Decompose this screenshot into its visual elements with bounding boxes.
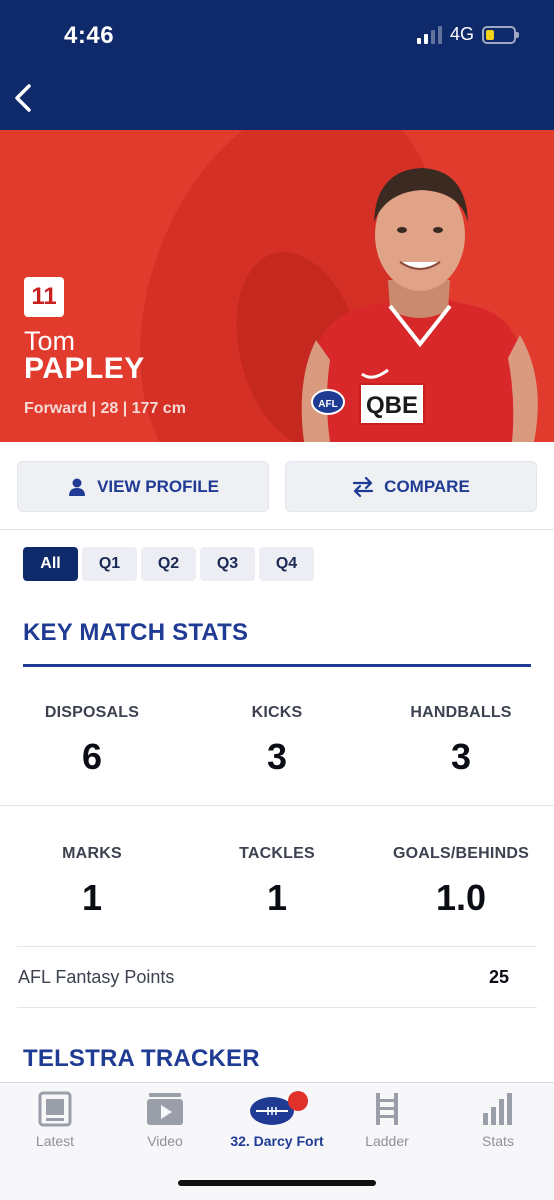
signal-icon: [416, 25, 442, 44]
telstra-tracker-title: TELSTRA TRACKER: [23, 1045, 260, 1072]
bar-chart-icon: [483, 1093, 512, 1125]
stat-label: HANDBALLS: [410, 704, 512, 721]
stat-value: 3: [266, 736, 288, 777]
stat-tackles: TACKLES 1: [185, 845, 369, 919]
top-bar: 4:46 4G: [0, 0, 554, 130]
nav-stats[interactable]: Stats: [443, 1091, 553, 1149]
nav-label: Video: [147, 1133, 183, 1149]
stat-kicks: KICKS 3: [185, 704, 369, 778]
nav-ladder[interactable]: Ladder: [332, 1091, 442, 1149]
afl-badge: AFL: [318, 399, 337, 410]
player-hero: 11 Tom PAPLEY Forward | 28 | 177 cm QBE …: [0, 130, 554, 442]
nav-label: Latest: [35, 1133, 75, 1149]
tab-q4[interactable]: Q4: [259, 547, 314, 581]
nav-label: Stats: [482, 1133, 514, 1149]
battery-icon: [482, 25, 519, 44]
stat-value: 3: [450, 736, 472, 777]
stat-label: DISPOSALS: [44, 704, 140, 721]
status-indicators: 4G: [416, 24, 519, 45]
nav-label: Ladder: [365, 1133, 409, 1149]
stat-goals-behinds: GOALS/BEHINDS 1.0: [369, 845, 553, 919]
news-icon: [38, 1091, 72, 1127]
user-icon: [69, 478, 86, 496]
stat-disposals: DISPOSALS 6: [0, 704, 184, 778]
nav-label: 32. Darcy Fort: [230, 1133, 324, 1149]
tab-all[interactable]: All: [23, 547, 78, 581]
jersey-sponsor: QBE: [366, 392, 418, 419]
title-underline: [23, 664, 531, 667]
stat-value: 1: [266, 877, 288, 918]
view-profile-label: VIEW PROFILE: [97, 476, 219, 496]
nav-latest[interactable]: Latest: [0, 1091, 110, 1149]
stat-label: TACKLES: [239, 845, 315, 862]
stat-value: 1.0: [435, 877, 487, 918]
jersey-number: 11: [24, 277, 64, 317]
tab-q3[interactable]: Q3: [200, 547, 255, 581]
divider: [17, 946, 537, 947]
status-time: 4:46: [64, 22, 115, 49]
player-meta: Forward | 28 | 177 cm: [24, 400, 186, 417]
key-match-stats-title: KEY MATCH STATS: [23, 619, 249, 646]
nav-darcy-fort[interactable]: 32. Darcy Fort: [222, 1091, 332, 1149]
divider: [0, 529, 554, 530]
compare-button[interactable]: COMPARE: [285, 461, 537, 512]
video-icon: [147, 1093, 183, 1125]
home-indicator[interactable]: [178, 1180, 376, 1186]
tab-q2[interactable]: Q2: [141, 547, 196, 581]
fantasy-points-value: 25: [488, 967, 509, 987]
swap-arrows-icon: [353, 476, 374, 497]
player-photo: QBE AFL: [301, 168, 538, 442]
notification-dot: [288, 1091, 308, 1111]
stat-label: MARKS: [62, 845, 122, 862]
stat-value: 6: [81, 736, 103, 777]
stat-marks: MARKS 1: [0, 845, 184, 919]
view-profile-button[interactable]: VIEW PROFILE: [17, 461, 269, 512]
tab-q1[interactable]: Q1: [82, 547, 137, 581]
stat-value: 1: [81, 877, 103, 918]
fantasy-points-label: AFL Fantasy Points: [18, 967, 175, 987]
divider: [17, 1007, 537, 1008]
stat-label: GOALS/BEHINDS: [393, 845, 529, 862]
compare-label: COMPARE: [384, 476, 470, 496]
divider: [0, 805, 554, 806]
ladder-icon: [376, 1093, 398, 1125]
nav-video[interactable]: Video: [110, 1091, 220, 1149]
network-type: 4G: [449, 24, 474, 44]
football-icon: [250, 1091, 308, 1125]
stat-label: KICKS: [251, 704, 303, 721]
quarter-tabs: All Q1 Q2 Q3 Q4: [23, 547, 314, 581]
stat-handballs: HANDBALLS 3: [369, 704, 553, 778]
chevron-left-icon: [15, 84, 31, 112]
player-last-name: PAPLEY: [24, 352, 145, 385]
back-button[interactable]: [8, 80, 38, 116]
